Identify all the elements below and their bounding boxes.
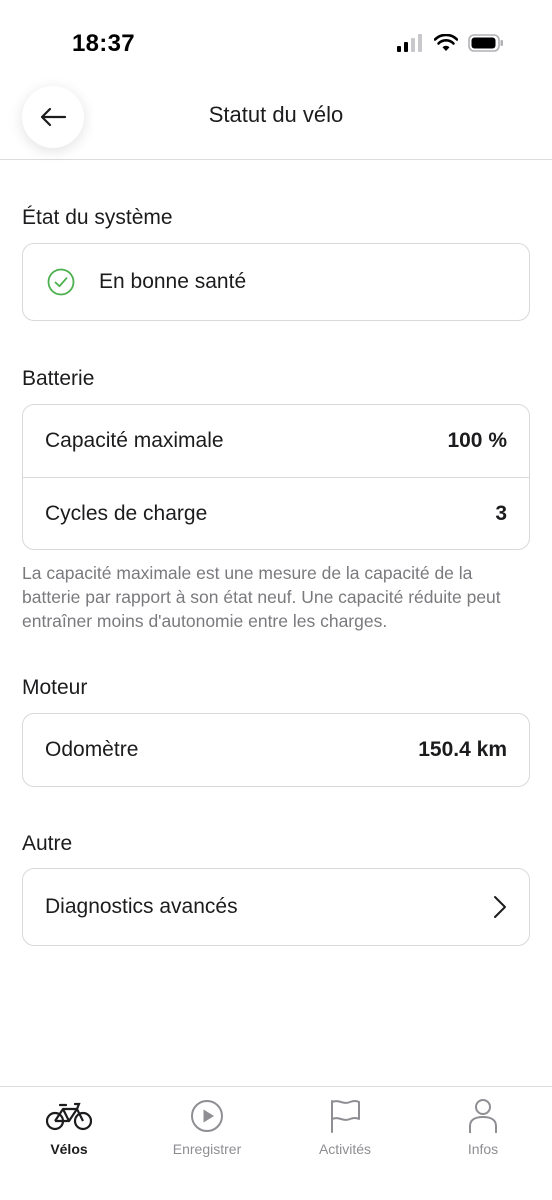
- tab-label-activites: Activités: [318, 1141, 372, 1157]
- system-status-card: En bonne santé: [22, 243, 530, 321]
- tab-activites[interactable]: Activités: [276, 1087, 414, 1200]
- tab-bar: Vélos Enregistrer Activités Infos: [0, 1086, 552, 1200]
- tab-infos[interactable]: Infos: [414, 1087, 552, 1200]
- flag-icon: [329, 1097, 361, 1135]
- bike-icon: [46, 1097, 92, 1135]
- section-title-battery: Batterie: [22, 367, 95, 390]
- battery-cycles-row: Cycles de charge 3: [23, 477, 529, 549]
- battery-capacity-row: Capacité maximale 100 %: [23, 405, 529, 477]
- status-time: 18:37: [72, 30, 135, 57]
- status-bar: 18:37: [0, 0, 552, 80]
- tab-enregistrer[interactable]: Enregistrer: [138, 1087, 276, 1200]
- check-circle-icon: [47, 268, 75, 296]
- battery-note: La capacité maximale est une mesure de l…: [22, 563, 501, 631]
- chevron-right-icon: [494, 896, 506, 918]
- advanced-diagnostics-row[interactable]: Diagnostics avancés: [23, 869, 529, 945]
- section-title-other: Autre: [22, 832, 73, 855]
- tab-label-infos: Infos: [467, 1141, 499, 1157]
- page-title: Statut du vélo: [208, 102, 344, 127]
- odometer-row: Odomètre 150.4 km: [23, 714, 529, 786]
- status-icons: [396, 34, 504, 52]
- motor-card: Odomètre 150.4 km: [22, 713, 530, 787]
- odometer-value: 150.4 km: [418, 738, 507, 761]
- tab-velos[interactable]: Vélos: [0, 1087, 138, 1200]
- person-icon: [468, 1097, 498, 1135]
- battery-cycles-label: Cycles de charge: [45, 501, 208, 525]
- tab-label-enregistrer: Enregistrer: [172, 1141, 242, 1157]
- system-status-row: En bonne santé: [23, 244, 529, 320]
- section-title-system: État du système: [22, 206, 173, 229]
- system-status-label: En bonne santé: [99, 270, 247, 293]
- wifi-icon: [434, 34, 458, 51]
- battery-icon: [468, 34, 503, 52]
- other-card: Diagnostics avancés: [22, 868, 530, 946]
- battery-capacity-value: 100 %: [447, 429, 507, 452]
- odometer-label: Odomètre: [45, 738, 139, 761]
- section-title-motor: Moteur: [22, 676, 88, 699]
- cellular-signal-icon: [397, 34, 422, 52]
- battery-card: Capacité maximale 100 % Cycles de charge…: [22, 404, 530, 550]
- tab-label-velos: Vélos: [50, 1141, 88, 1157]
- battery-capacity-label: Capacité maximale: [45, 429, 224, 452]
- battery-cycles-value: 3: [495, 501, 507, 525]
- nav-bar: Statut du vélo: [0, 80, 552, 160]
- advanced-diagnostics-label: Diagnostics avancés: [45, 895, 238, 918]
- play-circle-icon: [190, 1097, 224, 1135]
